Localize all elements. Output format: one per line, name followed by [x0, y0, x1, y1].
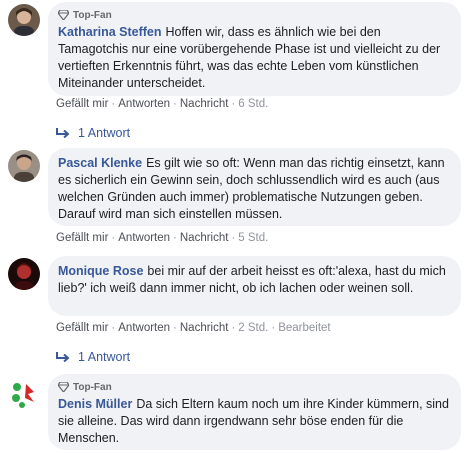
edited-label[interactable]: Bearbeitet — [278, 322, 330, 334]
diamond-icon — [58, 10, 69, 20]
comment-bubble: Pascal Klenke Es gilt wie so oft: Wenn ma… — [48, 148, 461, 226]
avatar[interactable] — [8, 150, 40, 182]
comment-bubble: Monique Rose bei mir auf der arbeit heiss… — [48, 256, 461, 316]
top-fan-badge: Top-Fan — [58, 8, 451, 22]
view-replies-link[interactable]: 1 Antwort — [56, 350, 130, 364]
reply-link[interactable]: Antworten — [118, 98, 170, 110]
replies-count[interactable]: 1 Antwort — [78, 126, 130, 140]
separator-dot: · — [111, 98, 116, 110]
separator-dot: · — [231, 322, 236, 334]
separator-dot: · — [173, 232, 177, 244]
message-link[interactable]: Nachricht — [180, 232, 229, 244]
separator-dot: · — [173, 98, 177, 110]
avatar[interactable] — [8, 258, 40, 290]
reply-arrow-icon — [56, 128, 70, 138]
comment-bubble: Top-Fan Denis Müller Da sich Eltern kaum … — [48, 374, 461, 450]
reply-arrow-icon — [56, 352, 70, 362]
comment-actions: Gefällt mir · Antworten · Nachricht · 2 Std. · B… — [56, 322, 331, 334]
separator-dot: · — [271, 322, 276, 334]
comments-section: Top-Fan Katharina Steffen Hoffen wir, das… — [0, 0, 474, 453]
separator-dot: · — [111, 322, 116, 334]
comment-author[interactable]: Monique Rose — [58, 264, 143, 278]
comment-bubble: Top-Fan Katharina Steffen Hoffen wir, das… — [48, 2, 461, 96]
like-link[interactable]: Gefällt mir — [56, 322, 108, 334]
view-replies-link[interactable]: 1 Antwort — [56, 126, 130, 140]
comment-author[interactable]: Pascal Klenke — [58, 156, 142, 170]
top-fan-label: Top-Fan — [73, 381, 112, 393]
timestamp[interactable]: 2 Std. — [238, 322, 268, 334]
comment-actions: Gefällt mir · Antworten · Nachricht · 5 Std. — [56, 232, 268, 244]
avatar[interactable] — [8, 378, 40, 410]
separator-dot: · — [111, 232, 116, 244]
comment-author[interactable]: Denis Müller — [58, 397, 132, 411]
like-link[interactable]: Gefällt mir — [56, 98, 108, 110]
reply-link[interactable]: Antworten — [118, 322, 170, 334]
like-link[interactable]: Gefällt mir — [56, 232, 108, 244]
timestamp[interactable]: 5 Std. — [238, 232, 268, 244]
top-fan-badge: Top-Fan — [58, 380, 451, 394]
comment-author[interactable]: Katharina Steffen — [58, 25, 162, 39]
avatar[interactable] — [8, 4, 40, 36]
timestamp[interactable]: 6 Std. — [238, 98, 268, 110]
top-fan-label: Top-Fan — [73, 9, 112, 21]
separator-dot: · — [231, 98, 236, 110]
message-link[interactable]: Nachricht — [180, 322, 229, 334]
replies-count[interactable]: 1 Antwort — [78, 350, 130, 364]
comment-actions: Gefällt mir · Antworten · Nachricht · 6 Std. — [56, 98, 268, 110]
diamond-icon — [58, 382, 69, 392]
message-link[interactable]: Nachricht — [180, 98, 229, 110]
reply-link[interactable]: Antworten — [118, 232, 170, 244]
separator-dot: · — [231, 232, 236, 244]
separator-dot: · — [173, 322, 177, 334]
